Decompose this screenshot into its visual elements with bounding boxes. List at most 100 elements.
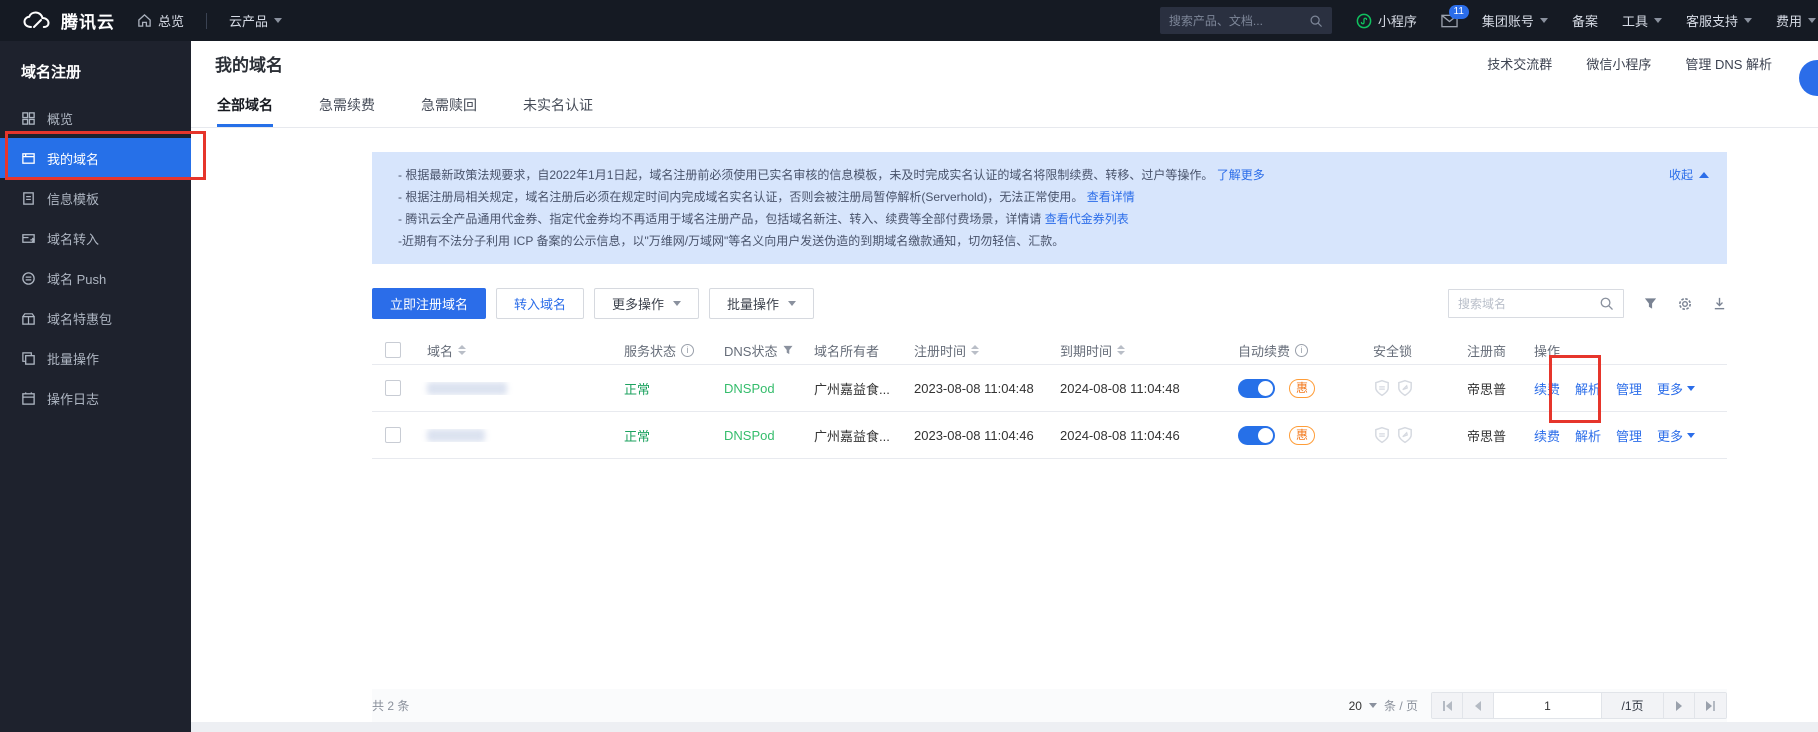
prev-page-button[interactable] (1463, 693, 1494, 718)
sidebar-item-my-domains[interactable]: 我的域名 (0, 138, 191, 178)
tab-redeem-urgent[interactable]: 急需赎回 (421, 95, 477, 127)
filter-button[interactable] (1643, 296, 1658, 311)
column-settings-button[interactable] (1677, 296, 1693, 312)
learn-more-link[interactable]: 了解更多 (1217, 168, 1265, 182)
sidebar: 域名注册 概览 我的域名 信息模板 (0, 41, 191, 732)
nav-products[interactable]: 云产品 (229, 11, 282, 30)
sidebar-item-discount-package[interactable]: 域名特惠包 (0, 298, 191, 338)
resolve-action-link[interactable]: 解析 (1575, 379, 1601, 398)
column-header-owner: 域名所有者 (801, 341, 901, 360)
more-action-dropdown[interactable]: 更多 (1657, 379, 1695, 398)
nav-group-account[interactable]: 集团账号 (1482, 11, 1548, 30)
global-search[interactable]: 搜索产品、文档... (1160, 7, 1332, 34)
more-actions-dropdown[interactable]: 更多操作 (594, 288, 699, 319)
column-header-security-lock: 安全锁 (1360, 341, 1454, 360)
renew-action-link[interactable]: 续费 (1534, 379, 1560, 398)
tab-unverified[interactable]: 未实名认证 (523, 95, 593, 127)
search-icon (1309, 14, 1323, 28)
last-page-button[interactable] (1695, 693, 1726, 718)
column-header-registered[interactable]: 注册时间 (901, 341, 1047, 360)
nav-overview[interactable]: 总览 (137, 11, 184, 30)
sort-icon[interactable] (971, 345, 979, 355)
update-lock-shield-icon[interactable] (1396, 426, 1414, 444)
sidebar-item-operation-logs[interactable]: 操作日志 (0, 378, 191, 418)
domain-owner: 广州嘉益食... (801, 426, 901, 445)
renew-action-link[interactable]: 续费 (1534, 426, 1560, 445)
search-icon[interactable] (1599, 296, 1614, 311)
nav-tools[interactable]: 工具 (1622, 11, 1662, 30)
link-manage-dns[interactable]: 管理 DNS 解析 (1685, 54, 1772, 73)
manage-action-link[interactable]: 管理 (1616, 379, 1642, 398)
transfer-lock-shield-icon[interactable] (1373, 379, 1391, 397)
row-checkbox[interactable] (385, 380, 401, 396)
nav-support[interactable]: 客服支持 (1686, 11, 1752, 30)
page-size-select[interactable]: 20 条 / 页 (1349, 697, 1418, 714)
sidebar-item-domain-push[interactable]: 域名 Push (0, 258, 191, 298)
copy-icon (21, 351, 36, 366)
sort-icon[interactable] (458, 345, 466, 355)
manage-action-link[interactable]: 管理 (1616, 426, 1642, 445)
resolve-action-link[interactable]: 解析 (1575, 426, 1601, 445)
nav-messages[interactable]: 11 (1441, 14, 1458, 28)
auto-renew-toggle[interactable] (1238, 379, 1275, 398)
chevron-up-icon (1699, 172, 1709, 178)
chevron-down-icon (1369, 703, 1377, 708)
gear-icon (1677, 296, 1693, 312)
link-tech-group[interactable]: 技术交流群 (1487, 54, 1552, 73)
nav-billing[interactable]: 费用 (1776, 11, 1816, 30)
per-page-label: 条 / 页 (1384, 697, 1418, 714)
page-title: 我的域名 (215, 51, 283, 76)
table-row: 正常 DNSPod 广州嘉益食... 2023-08-08 11:04:46 2… (372, 412, 1727, 459)
more-action-dropdown[interactable]: 更多 (1657, 426, 1695, 445)
tab-all-domains[interactable]: 全部域名 (217, 95, 273, 127)
sort-icon[interactable] (1117, 345, 1125, 355)
column-header-expires[interactable]: 到期时间 (1047, 341, 1225, 360)
transfer-domain-button[interactable]: 转入域名 (496, 288, 584, 319)
promo-badge[interactable]: 惠 (1289, 426, 1315, 445)
sidebar-title: 域名注册 (0, 41, 191, 98)
top-navbar: 腾讯云 总览 云产品 搜索产品、文档... (0, 0, 1818, 41)
sidebar-item-info-template[interactable]: 信息模板 (0, 178, 191, 218)
column-header-domain[interactable]: 域名 (414, 341, 611, 360)
table-empty-area (372, 459, 1727, 689)
dns-status[interactable]: DNSPod (711, 428, 801, 443)
update-lock-shield-icon[interactable] (1396, 379, 1414, 397)
download-button[interactable] (1712, 296, 1727, 311)
link-wechat-mini[interactable]: 微信小程序 (1586, 54, 1651, 73)
sidebar-item-overview[interactable]: 概览 (0, 98, 191, 138)
select-all-checkbox[interactable] (385, 342, 401, 358)
current-page-input[interactable]: 1 (1494, 693, 1602, 718)
nav-beian[interactable]: 备案 (1572, 11, 1598, 30)
register-domain-button[interactable]: 立即注册域名 (372, 288, 486, 319)
nav-mini-program[interactable]: 小程序 (1356, 11, 1417, 30)
info-icon[interactable]: i (1295, 344, 1308, 357)
domain-search-input[interactable] (1458, 297, 1588, 311)
tab-renew-urgent[interactable]: 急需续费 (319, 95, 375, 127)
chevron-down-icon (673, 301, 681, 306)
arrow-left-icon (1446, 701, 1452, 711)
column-header-service-status: 服务状态 i (611, 341, 711, 360)
sidebar-item-batch-operations[interactable]: 批量操作 (0, 338, 191, 378)
dns-status[interactable]: DNSPod (711, 381, 801, 396)
collapse-notice-button[interactable]: 收起 (1669, 164, 1709, 186)
view-details-link[interactable]: 查看详情 (1087, 190, 1135, 204)
nav-divider (206, 13, 207, 29)
batch-actions-dropdown[interactable]: 批量操作 (709, 288, 814, 319)
funnel-icon[interactable] (782, 344, 794, 356)
voucher-list-link[interactable]: 查看代金券列表 (1045, 212, 1129, 226)
row-checkbox[interactable] (385, 427, 401, 443)
tencent-cloud-logo[interactable]: 腾讯云 (22, 8, 115, 33)
sidebar-item-transfer-in[interactable]: 域名转入 (0, 218, 191, 258)
first-page-button[interactable] (1432, 693, 1463, 718)
document-icon (21, 191, 36, 206)
chevron-down-icon (1744, 18, 1752, 23)
next-page-button[interactable] (1664, 693, 1695, 718)
notice-line: - 腾讯云全产品通用代金券、指定代金券均不再适用于域名注册产品，包括域名新注、转… (398, 208, 1707, 230)
domain-search-box (1448, 289, 1624, 318)
registered-time: 2023-08-08 11:04:48 (901, 381, 1047, 396)
domain-owner: 广州嘉益食... (801, 379, 901, 398)
auto-renew-toggle[interactable] (1238, 426, 1275, 445)
promo-badge[interactable]: 惠 (1289, 379, 1315, 398)
info-icon[interactable]: i (681, 344, 694, 357)
transfer-lock-shield-icon[interactable] (1373, 426, 1391, 444)
